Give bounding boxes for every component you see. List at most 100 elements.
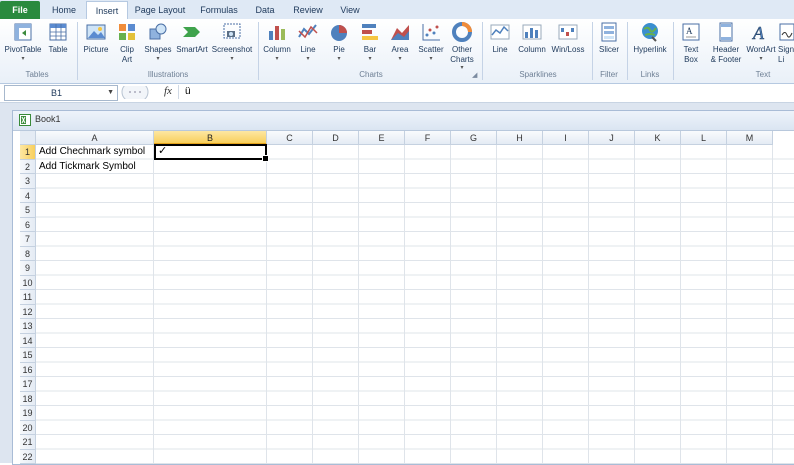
sparkline-column-icon [522, 24, 542, 40]
shapes-icon [149, 23, 167, 40]
row-header-14[interactable]: 14 [20, 333, 36, 348]
tab-home[interactable]: Home [45, 2, 83, 19]
row-header-1[interactable]: 1 [20, 145, 36, 160]
column-header-j[interactable]: J [589, 131, 635, 145]
text-box-button[interactable]: A Text Box [677, 21, 705, 64]
name-box[interactable]: B1 ▼ [4, 85, 118, 101]
column-header-b[interactable]: B [154, 131, 267, 145]
column-header-h[interactable]: H [497, 131, 543, 145]
other-charts-button[interactable]: Other Charts ▾ [447, 21, 477, 72]
wordart-button[interactable]: A WordArt ▾ [746, 21, 776, 63]
chevron-down-icon[interactable]: ▼ [107, 86, 114, 100]
header-footer-button[interactable]: Header & Footer [707, 21, 745, 64]
formula-input[interactable]: ü [178, 85, 794, 99]
select-all-corner[interactable] [20, 131, 36, 145]
sparkline-winloss-icon [558, 24, 578, 40]
group-label-illustrations: Illustrations [147, 70, 189, 79]
column-header-l[interactable]: L [681, 131, 727, 145]
column-header-c[interactable]: C [267, 131, 313, 145]
row-header-12[interactable]: 12 [20, 304, 36, 319]
row-header-7[interactable]: 7 [20, 232, 36, 247]
group-separator [258, 22, 259, 80]
clip-art-button[interactable]: Clip Art [113, 21, 141, 64]
tab-file[interactable]: File [0, 1, 40, 19]
row-header-15[interactable]: 15 [20, 348, 36, 363]
tab-insert[interactable]: Insert [86, 1, 128, 20]
column-header-e[interactable]: E [359, 131, 405, 145]
spreadsheet-grid[interactable]: ABCDEFGHIJKLM 1 2 3 4 5 6 7 8 9 10 11 12 13 14 15 16 17 1… [20, 131, 794, 464]
active-cell-cursor [154, 144, 269, 162]
row-header-17[interactable]: 17 [20, 377, 36, 392]
pivottable-icon [14, 23, 32, 41]
header-footer-icon [719, 22, 733, 42]
group-label-tables: Tables [25, 70, 49, 79]
row-header-11[interactable]: 11 [20, 290, 36, 305]
other-charts-icon [452, 22, 472, 42]
group-label-sparklines: Sparklines [519, 70, 557, 79]
slicer-button[interactable]: Slicer [595, 21, 623, 55]
row-header-5[interactable]: 5 [20, 203, 36, 218]
insert-function-icon[interactable]: fx [164, 85, 172, 97]
column-header-a[interactable]: A [36, 131, 154, 145]
table-button[interactable]: Table [45, 21, 71, 55]
shapes-button[interactable]: Shapes ▾ [142, 21, 174, 63]
signature-line-button[interactable]: Sign Li [778, 21, 794, 64]
formula-bar-resize-handle[interactable] [120, 86, 150, 99]
tab-view[interactable]: View [334, 2, 366, 19]
bar-chart-button[interactable]: Bar ▾ [356, 21, 384, 63]
group-separator [592, 22, 593, 80]
column-header-m[interactable]: M [727, 131, 773, 145]
charts-dialog-launcher-icon[interactable]: ◢ [472, 71, 477, 79]
sparkline-column-button[interactable]: Column [516, 21, 548, 55]
sparkline-line-button[interactable]: Line [486, 21, 514, 55]
scatter-chart-button[interactable]: Scatter ▾ [415, 21, 447, 63]
group-separator [673, 22, 674, 80]
picture-button[interactable]: Picture [81, 21, 111, 55]
column-header-f[interactable]: F [405, 131, 451, 145]
sparkline-winloss-button[interactable]: Win/Loss [550, 21, 586, 55]
name-box-value: B1 [51, 88, 63, 98]
pie-chart-button[interactable]: Pie ▾ [325, 21, 353, 63]
column-header-d[interactable]: D [313, 131, 359, 145]
pivottable-button[interactable]: PivotTable ▾ [2, 21, 44, 63]
screenshot-button[interactable]: Screenshot ▾ [210, 21, 254, 63]
workbook-title-bar[interactable]: Book1 [13, 111, 794, 131]
hyperlink-button[interactable]: Hyperlink [630, 21, 670, 55]
area-chart-icon [391, 25, 409, 40]
workbook-title: Book1 [35, 114, 61, 124]
row-header-3[interactable]: 3 [20, 174, 36, 189]
row-header-6[interactable]: 6 [20, 217, 36, 232]
row-header-2[interactable]: 2 [20, 159, 36, 174]
formula-bar: B1 ▼ fx ü [0, 84, 794, 103]
cell-a1[interactable]: Add Chechmark symbol [36, 145, 145, 159]
row-header-18[interactable]: 18 [20, 391, 36, 406]
row-header-21[interactable]: 21 [20, 435, 36, 450]
row-header-13[interactable]: 13 [20, 319, 36, 334]
smartart-button[interactable]: SmartArt [175, 21, 209, 55]
area-chart-button[interactable]: Area ▾ [386, 21, 414, 63]
line-chart-button[interactable]: Line ▾ [294, 21, 322, 63]
column-chart-button[interactable]: Column ▾ [261, 21, 293, 63]
screenshot-icon [223, 23, 241, 39]
smartart-icon [183, 27, 200, 37]
row-header-10[interactable]: 10 [20, 275, 36, 290]
tab-review[interactable]: Review [288, 2, 328, 19]
cell-a2[interactable]: Add Tickmark Symbol [36, 160, 136, 174]
clip-art-icon [119, 24, 135, 40]
column-header-k[interactable]: K [635, 131, 681, 145]
column-header-i[interactable]: I [543, 131, 589, 145]
row-header-8[interactable]: 8 [20, 246, 36, 261]
row-header-22[interactable]: 22 [20, 449, 36, 464]
tab-formulas[interactable]: Formulas [194, 2, 244, 19]
tab-data[interactable]: Data [250, 2, 280, 19]
tab-page-layout[interactable]: Page Layout [131, 2, 189, 19]
row-header-4[interactable]: 4 [20, 188, 36, 203]
ribbon-insert: PivotTable ▾ Table Tables Picture Clip Art… [0, 19, 794, 84]
pie-chart-icon [331, 25, 347, 41]
row-header-19[interactable]: 19 [20, 406, 36, 421]
row-header-16[interactable]: 16 [20, 362, 36, 377]
row-header-9[interactable]: 9 [20, 261, 36, 276]
workbook-window: Book1 ABCDEFGHIJKLM 1 2 3 4 5 6 7 8 9 10 11 12 13 14 1… [12, 110, 794, 465]
row-header-20[interactable]: 20 [20, 420, 36, 435]
column-header-g[interactable]: G [451, 131, 497, 145]
